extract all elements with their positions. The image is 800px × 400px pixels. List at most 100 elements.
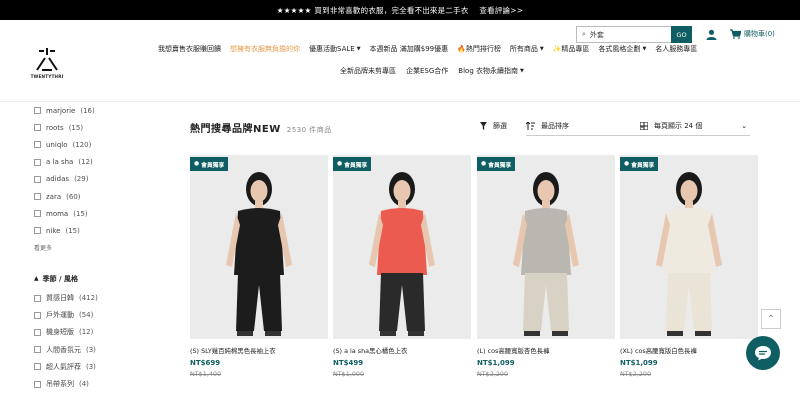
per-page-select[interactable]: 每頁顯示 24 個 ⌄	[640, 116, 750, 136]
filter-option[interactable]: uniqlo (120)	[34, 136, 164, 153]
product-card[interactable]: ● 會員獨享 (S) a la sha黑心橘色上衣 NT$499 NT$1,000	[333, 155, 471, 378]
product-original-price: NT$2,200	[477, 370, 509, 378]
search-input[interactable]: ⌕ 外套	[576, 26, 671, 43]
checkbox[interactable]	[34, 175, 41, 183]
nav-label: 各式風格企劃	[598, 45, 641, 53]
filter-option-count: (120)	[72, 140, 92, 149]
search-value: 外套	[589, 30, 604, 39]
nav-label: 名人服務專區	[655, 45, 698, 53]
product-card[interactable]: ● 會員獨享 (S) SLY幾百純棉黑色長袖上衣 NT$699 NT$1,400	[190, 155, 328, 378]
product-image[interactable]: ● 會員獨享	[190, 155, 328, 339]
logo[interactable]: TWENTYTHRI	[30, 46, 64, 90]
filter-option[interactable]: a la sha (12)	[34, 154, 164, 171]
checkbox[interactable]	[34, 380, 41, 388]
nav-label: 全新品牌未剪專區	[340, 67, 396, 75]
caret-up-icon: ▲	[34, 275, 39, 282]
product-title[interactable]: (XL) cos高腰寬版白色長褲	[620, 346, 758, 355]
filter-option[interactable]: marjorie (16)	[34, 102, 164, 119]
product-card[interactable]: ● 會員獨享 (L) cos高腰寬版杏色長褲 NT$1,099 NT$2,200	[477, 155, 615, 378]
product-price: NT$499	[333, 359, 364, 367]
checkbox[interactable]	[34, 294, 41, 302]
product-image[interactable]: ● 會員獨享	[477, 155, 615, 339]
product-title[interactable]: (L) cos高腰寬版杏色長褲	[477, 346, 615, 355]
season-filter-header[interactable]: ▲ 季節 / 風格	[34, 272, 164, 286]
filter-option[interactable]: adidas (29)	[34, 171, 164, 188]
checkbox[interactable]	[34, 107, 41, 115]
checkbox[interactable]	[34, 328, 41, 336]
filter-option-label: marjorie	[46, 106, 76, 115]
filter-option[interactable]: moma (15)	[34, 205, 164, 222]
grid-icon	[640, 121, 648, 130]
filter-option-count: (15)	[73, 209, 88, 218]
filter-option[interactable]: 超人氣評荐 (3)	[34, 358, 164, 375]
chevron-down-icon: ▼	[356, 46, 361, 52]
product-title[interactable]: (S) SLY幾百純棉黑色長袖上衣	[190, 346, 328, 355]
product-image[interactable]: ● 會員獨享	[620, 155, 758, 339]
nav_row2-item-2[interactable]: Blog 衣物永續指南 ▼	[458, 66, 524, 76]
filter-option-label: moma	[46, 209, 69, 218]
badge-label: 會員獨享	[488, 162, 512, 169]
filter-option-label: adidas	[46, 175, 70, 184]
product-original-price: NT$2,200	[620, 370, 652, 378]
sort-select[interactable]: 最品排序 ⌄	[526, 116, 648, 136]
scroll-top-button[interactable]: ⌃	[761, 309, 781, 329]
checkbox[interactable]	[34, 124, 41, 132]
search-go-button[interactable]: GO	[671, 26, 692, 43]
filter-option[interactable]: 戶外運動 (54)	[34, 307, 164, 324]
search-bar: ⌕ 外套 GO	[576, 26, 692, 43]
filter-button[interactable]: 篩選	[480, 119, 507, 133]
season-filter-list: 質感日韓 (412) 戶外運動 (54) 機身短版 (12) 人間香氛元 (3) 超人氣評荐 (3…	[34, 290, 164, 393]
filter-option[interactable]: 質感日韓 (412)	[34, 290, 164, 307]
show-more-link[interactable]: 看更多	[34, 243, 164, 257]
checkbox[interactable]	[34, 210, 41, 218]
announcement-bar: ★★★★★ 買到非常喜歡的衣服，完全看不出來是二手衣 查看評論>>	[0, 0, 800, 20]
product-original-price: NT$1,400	[190, 370, 222, 378]
site-header: TWENTYTHRI ⌕ 外套 GO 購物車(0) 我想賣售衣服賺回饋 想擁有衣服…	[0, 20, 800, 102]
checkbox[interactable]	[34, 346, 41, 354]
filter-option[interactable]: 機身短版 (12)	[34, 324, 164, 341]
checkbox[interactable]	[34, 141, 41, 149]
checkbox[interactable]	[34, 227, 41, 235]
chat-button[interactable]	[746, 336, 780, 370]
badge-label: 會員獨享	[201, 162, 225, 169]
announcement-link[interactable]: 查看評論>>	[479, 5, 523, 16]
logo-mark-icon	[36, 48, 58, 71]
product-price: NT$1,099	[477, 359, 515, 367]
checkbox[interactable]	[34, 193, 41, 201]
chat-icon	[755, 346, 771, 361]
checkbox[interactable]	[34, 158, 41, 166]
filter-option[interactable]: 吊帶系列 (4)	[34, 375, 164, 392]
product-image[interactable]: ● 會員獨享	[333, 155, 471, 339]
checkbox[interactable]	[34, 363, 41, 371]
product-title[interactable]: (S) a la sha黑心橘色上衣	[333, 346, 471, 355]
product-count: 2530 件商品	[286, 126, 332, 134]
product-price: NT$1,099	[620, 359, 658, 367]
filter-option[interactable]: nike (15)	[34, 222, 164, 239]
search-icon: ⌕	[582, 30, 586, 38]
filter-option[interactable]: 人間香氛元 (3)	[34, 341, 164, 358]
nav_row1-item-2[interactable]: 優惠活動SALE ▼	[309, 44, 361, 54]
nav_row1-item-6[interactable]: ✨精品專區	[553, 44, 590, 54]
nav_row1-item-5[interactable]: 所有商品 ▼	[510, 44, 544, 54]
filter-option-label: 戶外運動	[46, 311, 74, 320]
nav_row1-item-8[interactable]: 名人服務專區	[655, 44, 697, 54]
nav_row1-item-0[interactable]: 我想賣售衣服賺回饋	[158, 44, 221, 54]
filter-option-count: (412)	[79, 294, 98, 303]
nav_row1-item-1[interactable]: 想擁有衣服無負擔的你	[230, 44, 300, 54]
filter-option[interactable]: zara (60)	[34, 188, 164, 205]
filter-option[interactable]: roots (15)	[34, 119, 164, 136]
nav_row1-item-7[interactable]: 各式風格企劃 ▼	[598, 44, 646, 54]
nav_row1-item-3[interactable]: 本週新品 滿加購$99優惠	[370, 44, 449, 54]
cart-button[interactable]: 購物車(0)	[730, 26, 775, 42]
nav_row2-item-1[interactable]: 企業ESG合作	[406, 66, 448, 76]
checkbox[interactable]	[34, 311, 41, 319]
chevron-down-icon: ⌄	[741, 121, 747, 130]
product-card[interactable]: ● 會員獨享 (XL) cos高腰寬版白色長褲 NT$1,099 NT$2,200	[620, 155, 758, 378]
nav_row2-item-0[interactable]: 全新品牌未剪專區	[340, 66, 396, 76]
listing-title: 熱門搜尋品牌NEW	[190, 124, 281, 135]
user-icon[interactable]	[704, 27, 718, 41]
nav_row1-item-4[interactable]: 🔥熱門排行榜	[457, 44, 501, 54]
filter-option-count: (4)	[79, 380, 89, 389]
nav-label: 優惠活動SALE	[309, 45, 355, 53]
nav-label: 🔥熱門排行榜	[457, 45, 501, 53]
